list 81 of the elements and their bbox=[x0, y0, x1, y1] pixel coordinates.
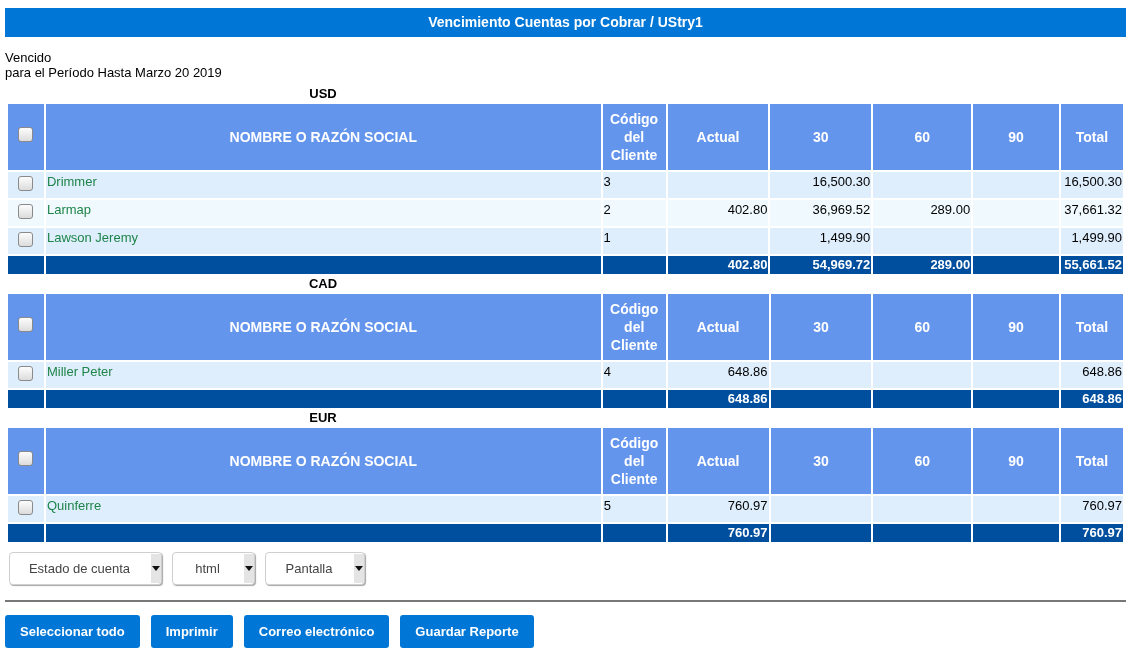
caret-icon bbox=[151, 554, 161, 583]
table-cell-text: 402.80 bbox=[726, 201, 769, 219]
checkbox[interactable] bbox=[18, 450, 34, 466]
column-header: Actual bbox=[667, 294, 769, 360]
column-header: 90 bbox=[973, 104, 1059, 170]
column-header: Total bbox=[1061, 428, 1123, 494]
table-cell-text: 5 bbox=[602, 497, 612, 515]
total-cell: 289.00 bbox=[873, 256, 972, 274]
total-cell: 55,661.52 bbox=[1060, 256, 1123, 274]
total-cell: 54,969.72 bbox=[770, 256, 872, 274]
table-cell-text: 36,969.52 bbox=[811, 201, 872, 219]
total-cell: 648.86 bbox=[667, 390, 769, 408]
column-header: 90 bbox=[973, 294, 1059, 360]
table-cell-text: 648.86 bbox=[726, 363, 769, 381]
table-cell-text: 289.00 bbox=[929, 201, 972, 219]
table-cell-text: 4 bbox=[602, 363, 612, 381]
currency-label: USD bbox=[308, 86, 338, 102]
column-header: Código del Cliente bbox=[602, 294, 666, 360]
total-cell: 402.80 bbox=[667, 256, 769, 274]
checkbox[interactable] bbox=[18, 316, 34, 332]
column-header: Actual bbox=[667, 428, 769, 494]
table-cell-text: 37,661.32 bbox=[1063, 201, 1123, 219]
table-cell-text: 648.86 bbox=[1081, 363, 1123, 381]
client-link[interactable]: Drimmer bbox=[45, 172, 601, 198]
subtitle-text: para el Período Hasta Marzo 20 2019 bbox=[5, 65, 223, 80]
currency-label: CAD bbox=[307, 276, 339, 292]
caret-icon bbox=[244, 554, 254, 583]
table-cell-text: 760.97 bbox=[1081, 497, 1123, 515]
column-header: 30 bbox=[770, 428, 872, 494]
total-cell: 760.97 bbox=[1061, 524, 1123, 542]
table-cell-text: 3 bbox=[602, 173, 612, 191]
table-cell-text: 2 bbox=[602, 201, 612, 219]
action-button[interactable]: Seleccionar todo bbox=[5, 615, 140, 648]
client-link[interactable]: Quinferre bbox=[45, 496, 601, 522]
column-header: 60 bbox=[873, 294, 972, 360]
checkbox[interactable] bbox=[18, 231, 34, 247]
column-header: Código del Cliente bbox=[602, 428, 666, 494]
checkbox[interactable] bbox=[18, 175, 34, 191]
caret-icon bbox=[354, 554, 364, 583]
dropdown[interactable]: html bbox=[172, 552, 255, 585]
table-cell-text: 1,499.90 bbox=[1070, 229, 1123, 247]
column-header: NOMBRE O RAZÓN SOCIAL bbox=[45, 294, 601, 360]
column-header: 90 bbox=[973, 428, 1059, 494]
column-header: NOMBRE O RAZÓN SOCIAL bbox=[45, 104, 601, 170]
total-cell bbox=[602, 390, 666, 408]
total-cell bbox=[8, 524, 44, 542]
column-header: NOMBRE O RAZÓN SOCIAL bbox=[45, 428, 601, 494]
column-header: 60 bbox=[873, 104, 972, 170]
total-cell bbox=[602, 256, 666, 274]
checkbox[interactable] bbox=[18, 203, 34, 219]
checkbox[interactable] bbox=[18, 499, 34, 515]
subtitle-text: Vencido bbox=[5, 50, 53, 65]
column-header: Total bbox=[1060, 104, 1123, 170]
client-link[interactable]: Miller Peter bbox=[45, 362, 601, 388]
column-header: 60 bbox=[873, 428, 972, 494]
total-cell bbox=[8, 390, 44, 408]
action-button[interactable]: Correo electrónico bbox=[243, 615, 390, 648]
currency-label: EUR bbox=[308, 410, 338, 426]
checkbox[interactable] bbox=[18, 365, 34, 381]
table-cell-text: 1 bbox=[602, 229, 612, 247]
table-cell-text: 1,499.90 bbox=[818, 229, 872, 247]
action-button[interactable]: Guardar Reporte bbox=[400, 615, 534, 648]
total-cell bbox=[602, 524, 666, 542]
report-title: Vencimiento Cuentas por Cobrar / UStry1 bbox=[5, 8, 1126, 37]
column-header: Código del Cliente bbox=[602, 104, 666, 170]
table-cell-text: 760.97 bbox=[726, 497, 769, 515]
column-header: 30 bbox=[770, 294, 872, 360]
column-header: Actual bbox=[667, 104, 769, 170]
column-header: 30 bbox=[770, 104, 872, 170]
dropdown[interactable]: Estado de cuenta bbox=[9, 552, 162, 585]
client-link[interactable]: Larmap bbox=[45, 200, 601, 226]
total-cell: 760.97 bbox=[667, 524, 769, 542]
total-cell bbox=[8, 256, 44, 274]
table-cell-text: 16,500.30 bbox=[811, 173, 872, 191]
total-cell: 648.86 bbox=[1061, 390, 1123, 408]
client-link[interactable]: Lawson Jeremy bbox=[45, 228, 601, 254]
action-button[interactable]: Imprimir bbox=[150, 615, 233, 648]
checkbox[interactable] bbox=[18, 126, 34, 142]
table-cell-text: 16,500.30 bbox=[1063, 173, 1123, 191]
dropdown[interactable]: Pantalla bbox=[265, 552, 365, 585]
column-header: Total bbox=[1061, 294, 1123, 360]
